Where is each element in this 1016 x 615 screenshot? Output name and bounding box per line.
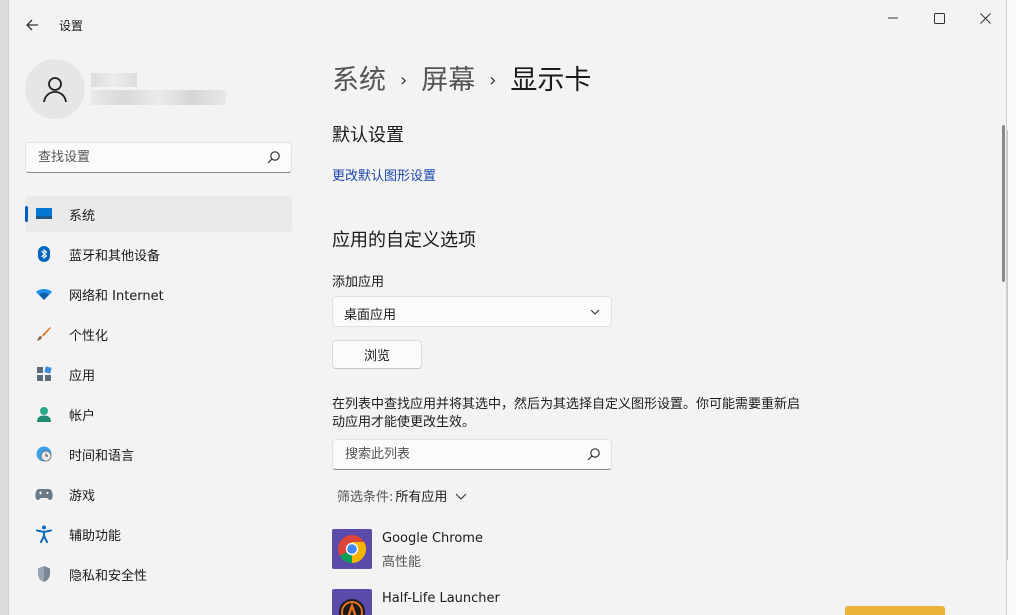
filter-value: 所有应用 — [395, 490, 448, 505]
arrow-left-icon — [26, 19, 38, 31]
settings-window: 设置 系统 蓝牙和其他设备 — [8, 0, 1007, 615]
sidebar-item-personalization[interactable]: 个性化 — [25, 316, 292, 352]
sidebar-item-apps[interactable]: 应用 — [25, 356, 292, 392]
close-button[interactable] — [963, 4, 1006, 32]
add-app-label: 添加应用 — [332, 275, 385, 290]
background-window-edge — [1007, 0, 1016, 615]
custom-options-heading: 应用的自定义选项 — [332, 230, 476, 251]
sidebar-item-label: 时间和语言 — [69, 448, 135, 464]
chevron-right-icon: › — [400, 70, 408, 91]
filter-label: 筛选条件: — [337, 490, 394, 505]
app-name: Half-Life Launcher — [382, 591, 500, 606]
chevron-down-icon — [456, 493, 467, 500]
app-list-search-input[interactable] — [343, 446, 577, 463]
breadcrumb: 系统 › 屏幕 › 显示卡 — [332, 58, 591, 97]
sidebar-item-accounts[interactable]: 帐户 — [25, 396, 292, 432]
app-title: 设置 — [59, 19, 84, 33]
wifi-icon — [35, 285, 53, 303]
sidebar-item-label: 应用 — [69, 368, 96, 384]
title-bar: 设置 — [9, 0, 1006, 48]
sidebar-item-label: 隐私和安全性 — [69, 568, 148, 584]
chevron-right-icon: › — [489, 70, 497, 91]
app-list-item[interactable]: Google Chrome 高性能 — [332, 529, 932, 570]
sidebar-item-gaming[interactable]: 游戏 — [25, 476, 292, 512]
bluetooth-icon — [35, 245, 53, 263]
minimize-button[interactable] — [871, 4, 915, 32]
search-icon — [267, 151, 280, 164]
monitor-icon — [35, 205, 53, 223]
sidebar-item-label: 系统 — [69, 208, 96, 224]
search-icon — [587, 448, 600, 461]
half-life-icon — [332, 589, 372, 615]
sidebar-item-privacy[interactable]: 隐私和安全性 — [25, 556, 292, 592]
maximize-button[interactable] — [917, 4, 961, 32]
sidebar-item-label: 辅助功能 — [69, 528, 122, 544]
person-icon — [35, 405, 53, 423]
account-email-blurred — [91, 90, 226, 105]
gamepad-icon — [35, 485, 53, 503]
scrollbar-thumb[interactable] — [1002, 125, 1005, 282]
sidebar-nav: 系统 蓝牙和其他设备 网络和 Internet 个性化 应用 帐户 时间和语言 … — [25, 196, 292, 596]
brush-icon — [35, 325, 53, 343]
sidebar-item-accessibility[interactable]: 辅助功能 — [25, 516, 292, 552]
sidebar-item-label: 蓝牙和其他设备 — [69, 248, 161, 264]
app-name: Google Chrome — [382, 531, 483, 546]
sidebar-item-network[interactable]: 网络和 Internet — [25, 276, 292, 312]
maximize-icon — [933, 12, 945, 24]
sidebar-item-label: 帐户 — [69, 408, 96, 424]
sidebar-item-time-language[interactable]: 时间和语言 — [25, 436, 292, 472]
sidebar-item-bluetooth[interactable]: 蓝牙和其他设备 — [25, 236, 292, 272]
globe-clock-icon — [35, 445, 53, 463]
back-button[interactable] — [19, 12, 45, 38]
minimize-icon — [888, 17, 898, 19]
avatar[interactable] — [25, 59, 85, 119]
background-taskbar-item — [845, 606, 945, 615]
chevron-down-icon — [590, 309, 600, 315]
app-gpu-setting: 高性能 — [382, 555, 422, 570]
sidebar-item-label: 网络和 Internet — [69, 288, 164, 304]
filter-dropdown[interactable]: 筛选条件: 所有应用 — [337, 486, 467, 505]
list-description: 在列表中查找应用并将其选中，然后为其选择自定义图形设置。你可能需要重新启动应用才… — [332, 397, 801, 430]
page-title: 显示卡 — [510, 65, 592, 96]
app-type-value: 桌面应用 — [344, 308, 397, 323]
breadcrumb-system[interactable]: 系统 — [332, 65, 386, 96]
app-list-item[interactable]: Half-Life Launcher — [332, 589, 932, 615]
breadcrumb-display[interactable]: 屏幕 — [421, 65, 475, 96]
close-icon — [979, 12, 991, 24]
settings-search-input[interactable] — [36, 149, 260, 166]
settings-search[interactable] — [25, 142, 292, 173]
shield-icon — [35, 565, 53, 583]
browse-button[interactable]: 浏览 — [332, 340, 422, 369]
app-list-search[interactable] — [332, 439, 612, 470]
account-name-blurred — [91, 73, 137, 87]
apps-icon — [35, 365, 53, 383]
default-settings-heading: 默认设置 — [332, 125, 404, 146]
chrome-icon — [332, 529, 372, 569]
sidebar-item-system[interactable]: 系统 — [25, 196, 292, 232]
change-default-graphics-link[interactable]: 更改默认图形设置 — [332, 165, 436, 184]
sidebar-item-label: 游戏 — [69, 488, 96, 504]
sidebar-item-label: 个性化 — [69, 328, 109, 344]
person-icon — [43, 77, 67, 103]
accessibility-icon — [35, 525, 53, 543]
app-type-dropdown[interactable]: 桌面应用 — [332, 296, 612, 327]
